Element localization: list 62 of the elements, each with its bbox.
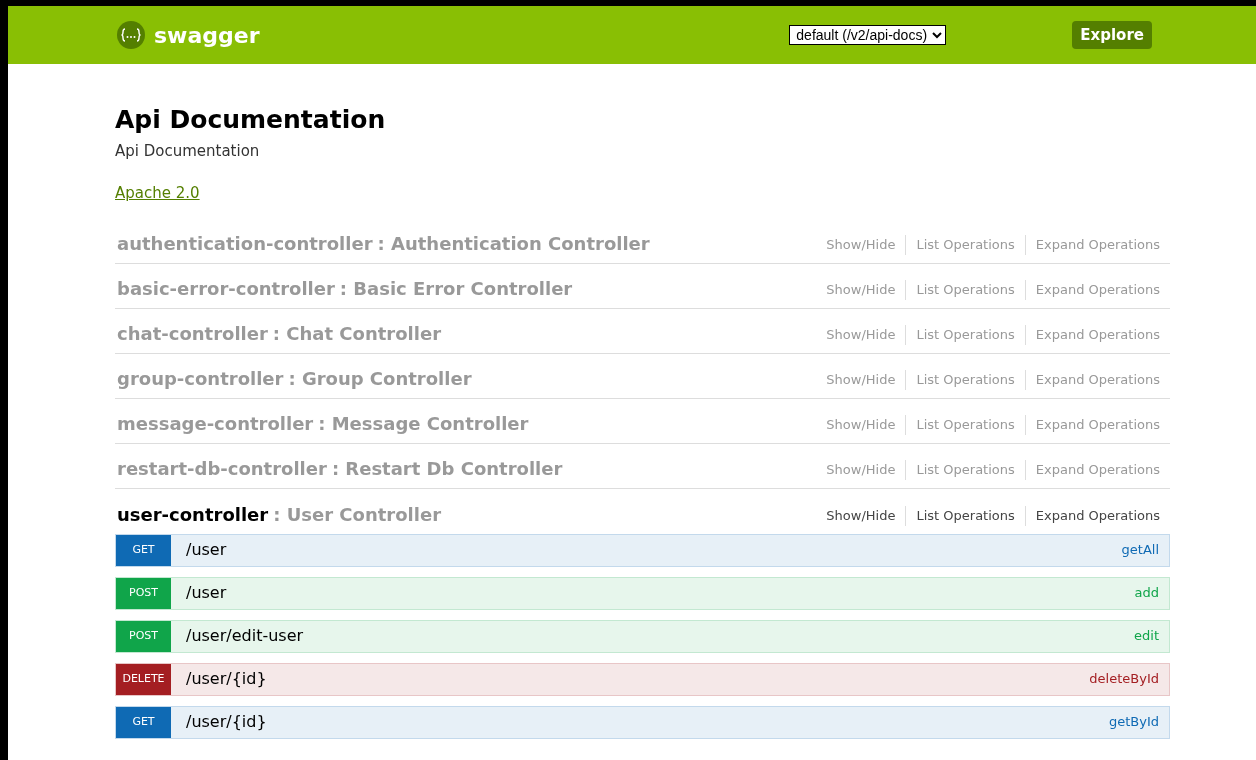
controller-description: : Restart Db Controller <box>331 456 563 481</box>
operation-row[interactable]: DELETE /user/{id} deleteById <box>115 662 1170 696</box>
method-badge: POST <box>116 620 171 652</box>
controller-action-link[interactable]: Expand Operations <box>1024 280 1170 300</box>
controller-action-link[interactable]: Show/Hide <box>816 506 906 526</box>
controller-name[interactable]: authentication-controller <box>117 229 373 257</box>
controller-action-link[interactable]: List Operations <box>905 460 1025 480</box>
controller-action-link[interactable]: Show/Hide <box>816 325 906 345</box>
controller-action-link[interactable]: Show/Hide <box>816 370 906 390</box>
operation-path: /user/edit-user <box>186 625 305 647</box>
controller-name[interactable]: message-controller <box>117 409 314 437</box>
controller-action-link[interactable]: Expand Operations <box>1024 325 1170 345</box>
api-description: Api Documentation <box>115 141 261 162</box>
controller-name[interactable]: restart-db-controller <box>117 454 327 482</box>
controller-action-link[interactable]: Show/Hide <box>816 460 906 480</box>
controller-description: : Message Controller <box>318 411 529 436</box>
controller-action-link[interactable]: List Operations <box>905 280 1025 300</box>
operation-summary: deleteById <box>1089 670 1159 689</box>
controller-action-link[interactable]: Show/Hide <box>816 235 906 255</box>
operation-row[interactable]: GET /user getAll <box>115 533 1170 567</box>
operation-row[interactable]: POST /user add <box>115 576 1170 610</box>
operation-row[interactable]: GET /user/{id} getById <box>115 705 1170 739</box>
spec-select[interactable]: default (/v2/api-docs) <box>789 25 947 45</box>
controller-action-link[interactable]: Show/Hide <box>816 415 906 435</box>
controller-action-link[interactable]: Expand Operations <box>1024 235 1170 255</box>
controller-description: : User Controller <box>273 502 442 527</box>
controller-action-link[interactable]: List Operations <box>905 235 1025 255</box>
controller-name[interactable]: chat-controller <box>117 319 268 347</box>
operation-summary: getAll <box>1121 541 1159 560</box>
operation-path: /user <box>186 582 228 604</box>
method-badge: DELETE <box>116 663 171 695</box>
controller-name[interactable]: group-controller <box>117 364 284 392</box>
operation-row[interactable]: POST /user/edit-user edit <box>115 619 1170 653</box>
operation-summary: edit <box>1134 627 1159 646</box>
controller-name[interactable]: basic-error-controller <box>117 274 335 302</box>
logo-icon <box>116 20 146 50</box>
controller-action-link[interactable]: Expand Operations <box>1024 506 1170 526</box>
logo-text[interactable]: swagger <box>154 18 260 52</box>
operation-summary: add <box>1134 584 1159 603</box>
controller-action-link[interactable]: Show/Hide <box>816 280 906 300</box>
controller-description: : Authentication Controller <box>377 231 650 256</box>
method-badge: GET <box>116 706 171 738</box>
method-badge: POST <box>116 577 171 609</box>
operation-path: /user/{id} <box>186 711 268 733</box>
controller-action-link[interactable]: List Operations <box>905 415 1025 435</box>
license-link[interactable]: Apache 2.0 <box>115 181 200 204</box>
controller-action-link[interactable]: List Operations <box>905 325 1025 345</box>
controller-action-link[interactable]: List Operations <box>905 370 1025 390</box>
controller-action-link[interactable]: List Operations <box>905 506 1025 526</box>
controller-description: : Chat Controller <box>272 321 441 346</box>
operation-summary: getById <box>1108 713 1159 732</box>
controller-description: : Group Controller <box>288 366 472 391</box>
controller-name[interactable]: user-controller <box>117 500 269 528</box>
explore-button[interactable]: Explore <box>1072 21 1152 49</box>
api-title: Api Documentation <box>115 104 387 136</box>
controller-action-link[interactable]: Expand Operations <box>1024 370 1170 390</box>
controller-action-link[interactable]: Expand Operations <box>1024 415 1170 435</box>
controller-action-link[interactable]: Expand Operations <box>1024 460 1170 480</box>
controller-description: : Basic Error Controller <box>339 276 573 301</box>
method-badge: GET <box>116 534 171 566</box>
operation-path: /user <box>186 539 228 561</box>
operation-path: /user/{id} <box>186 668 268 690</box>
